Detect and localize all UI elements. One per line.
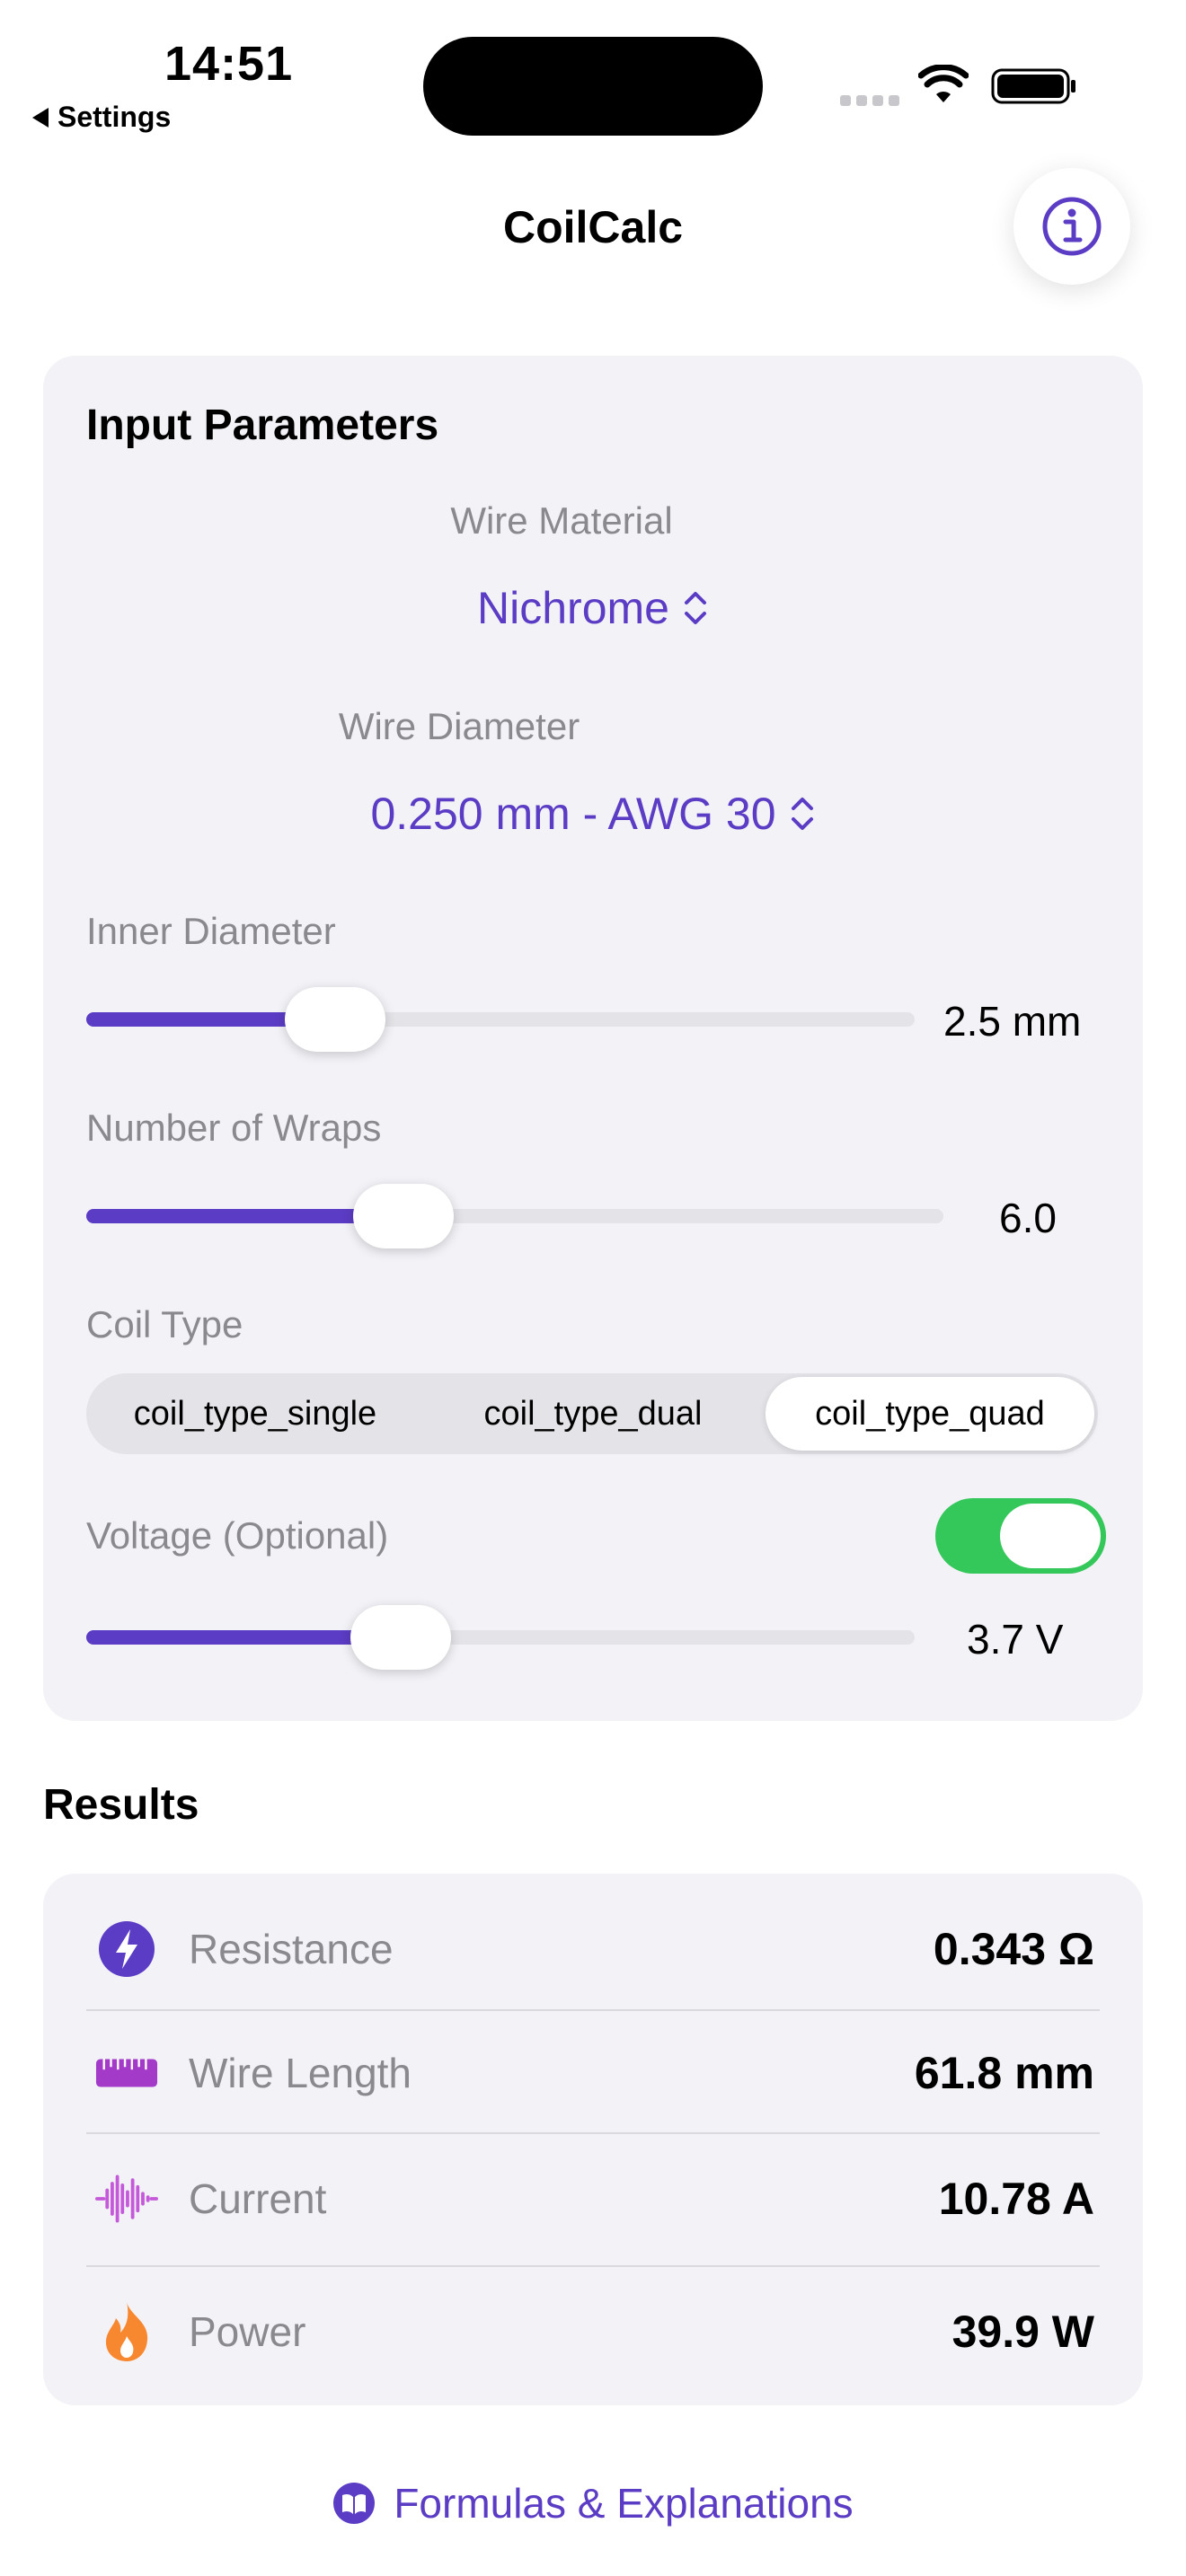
waveform-icon (95, 2167, 158, 2230)
inner-diameter-label: Inner Diameter (86, 910, 336, 952)
results-divider (86, 2132, 1100, 2134)
flame-icon (95, 2300, 158, 2363)
wire-diameter-label: Wire Diameter (338, 705, 580, 747)
number-of-wraps-label: Number of Wraps (86, 1107, 382, 1149)
number-of-wraps-slider[interactable] (86, 1184, 943, 1248)
formulas-link[interactable]: Formulas & Explanations (0, 2479, 1186, 2527)
cellular-signal-icon (840, 95, 899, 106)
power-value: 39.9 W (951, 2307, 1094, 2357)
inner-diameter-slider[interactable] (86, 987, 915, 1052)
result-row-wire-length: Wire Length 61.8 mm (43, 2010, 1143, 2136)
wire-length-value: 61.8 mm (914, 2048, 1094, 2098)
result-row-power: Power 39.9 W (43, 2269, 1143, 2395)
coil-type-quad-segment[interactable]: coil_type_quad (766, 1377, 1094, 1451)
back-label: Settings (58, 101, 172, 133)
page-title: CoilCalc (502, 202, 684, 252)
inner-diameter-slider-thumb[interactable] (284, 987, 385, 1052)
voltage-value: 3.7 V (967, 1616, 1064, 1663)
voltage-toggle[interactable] (935, 1498, 1106, 1574)
coil-type-dual-segment[interactable]: coil_type_dual (424, 1373, 762, 1454)
wire-diameter-value: 0.250 mm - AWG 30 (370, 789, 776, 839)
battery-icon (991, 68, 1075, 104)
wifi-icon (918, 65, 969, 102)
voltage-slider[interactable] (86, 1605, 915, 1670)
number-of-wraps-slider-thumb[interactable] (352, 1184, 454, 1248)
wire-diameter-picker[interactable]: 0.250 mm - AWG 30 (370, 788, 815, 840)
results-heading: Results (43, 1781, 199, 1829)
result-row-resistance: Resistance 0.343 Ω (43, 1886, 1143, 2012)
wire-length-label: Wire Length (189, 2050, 412, 2096)
voltage-slider-thumb[interactable] (350, 1605, 452, 1670)
back-to-settings-link[interactable]: Settings (32, 101, 171, 134)
voltage-toggle-knob (1000, 1504, 1101, 1568)
current-value: 10.78 A (938, 2174, 1094, 2224)
status-time: 14:51 (164, 37, 294, 91)
voltage-label: Voltage (Optional) (86, 1514, 389, 1557)
wire-material-value: Nichrome (477, 583, 669, 633)
number-of-wraps-value: 6.0 (999, 1195, 1057, 1241)
back-triangle-icon (32, 107, 49, 128)
input-parameters-heading: Input Parameters (86, 401, 439, 449)
results-divider (86, 2265, 1100, 2267)
chevron-up-down-icon (791, 798, 813, 830)
power-label: Power (189, 2308, 306, 2355)
ruler-icon (95, 2042, 158, 2104)
coil-type-segmented-control: coil_type_single coil_type_dual coil_typ… (86, 1373, 1098, 1454)
formulas-link-label: Formulas & Explanations (394, 2480, 854, 2527)
wire-material-label: Wire Material (450, 499, 673, 542)
chevron-up-down-icon (684, 592, 706, 624)
coil-type-single-segment[interactable]: coil_type_single (86, 1373, 424, 1454)
coil-type-label: Coil Type (86, 1303, 243, 1345)
bolt-circle-icon (95, 1918, 158, 1981)
resistance-value: 0.343 Ω (933, 1924, 1094, 1974)
resistance-label: Resistance (189, 1926, 394, 1972)
current-label: Current (189, 2175, 327, 2222)
inner-diameter-value: 2.5 mm (943, 998, 1082, 1045)
info-button[interactable] (1013, 168, 1130, 285)
result-row-current: Current 10.78 A (43, 2136, 1143, 2262)
info-circle-icon (1042, 197, 1102, 256)
wire-material-picker[interactable]: Nichrome (477, 582, 709, 634)
book-circle-icon (333, 2483, 376, 2524)
dynamic-island (423, 37, 763, 136)
